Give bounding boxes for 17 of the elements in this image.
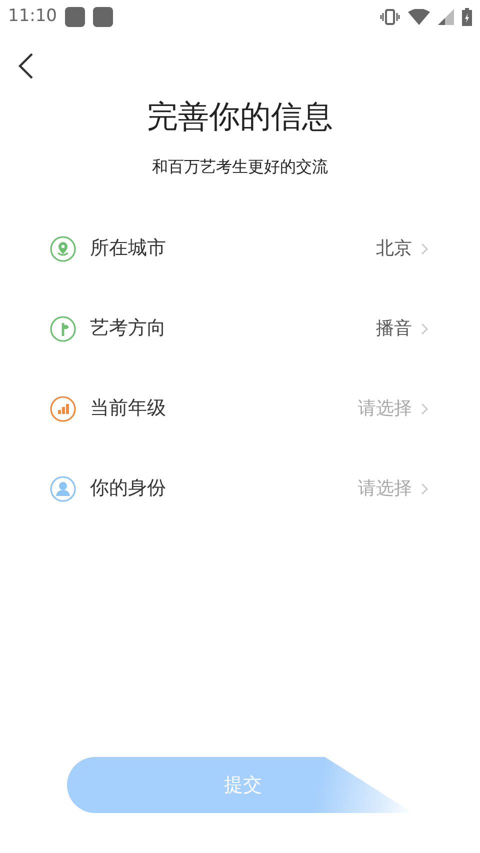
form-row[interactable]: 所在城市 北京 xyxy=(0,208,480,288)
notification-icon xyxy=(93,7,113,27)
page-title: 完善你的信息 xyxy=(146,98,334,137)
notification-icon xyxy=(65,7,85,27)
chevron-right-icon xyxy=(420,242,430,256)
vibrate-icon xyxy=(380,9,400,25)
form-row[interactable]: 你的身份 请选择 xyxy=(0,448,480,528)
form-row[interactable]: 当前年级 请选择 xyxy=(0,368,480,448)
page-subtitle: 和百万艺考生更好的交流 xyxy=(151,156,329,178)
chevron-right-icon xyxy=(420,482,430,496)
form-row[interactable]: 艺考方向 播音 xyxy=(0,288,480,368)
chevron-right-icon xyxy=(420,402,430,416)
signal-icon xyxy=(438,9,454,25)
wifi-icon xyxy=(408,9,430,25)
status-time: 11:10 xyxy=(8,5,57,28)
battery-icon xyxy=(462,8,472,26)
chevron-right-icon xyxy=(420,322,430,336)
